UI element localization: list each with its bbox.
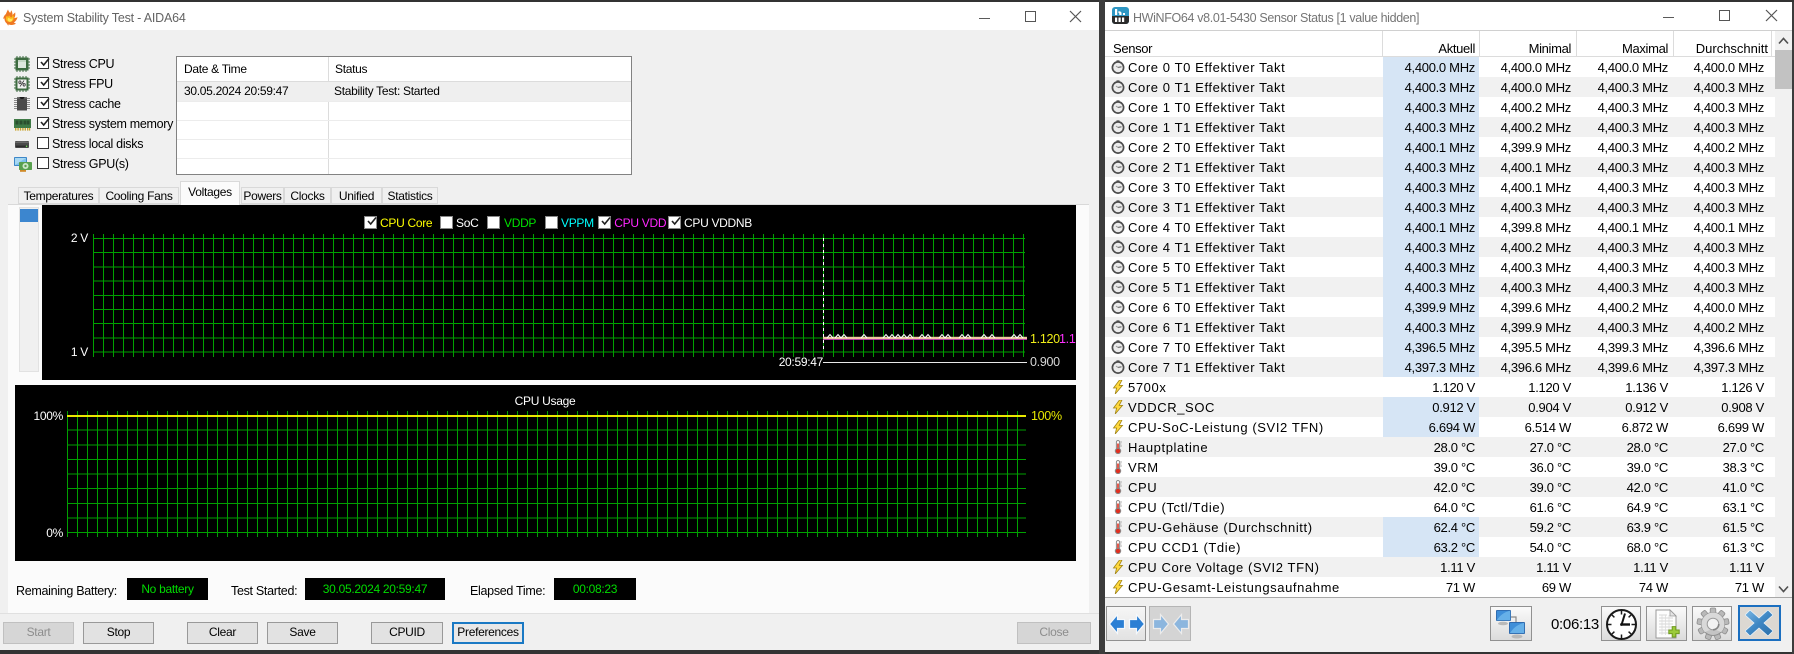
svg-text:%: % bbox=[18, 79, 26, 89]
